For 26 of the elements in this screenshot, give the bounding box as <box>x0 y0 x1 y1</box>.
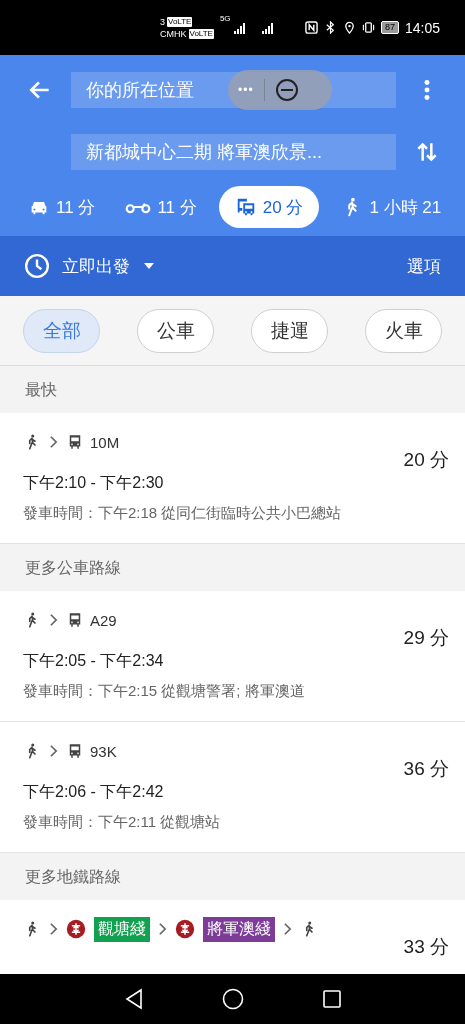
bus-line-label: 10M <box>90 433 120 451</box>
volte-badge: VoLTE <box>167 16 193 27</box>
departure-info: 發車時間：下午2:18 從同仁街臨時公共小巴總站 <box>23 504 343 523</box>
time-range: 下午2:10 - 下午2:30 <box>23 473 165 493</box>
time-range: 下午2:06 - 下午2:42 <box>23 782 165 802</box>
duration-label: 33 分 <box>403 935 449 959</box>
network-label: 5G <box>219 14 231 23</box>
carrier-label: 3 <box>160 15 165 28</box>
volte-badge: VoLTE <box>188 28 214 39</box>
departure-info: 發車時間：下午2:15 從觀塘警署; 將軍澳道 <box>23 682 306 701</box>
duration-label: 20 分 <box>403 448 449 472</box>
carrier-label: CMHK <box>160 27 187 40</box>
clock: 14:05 <box>404 19 440 36</box>
section-header: 最快 <box>0 366 465 413</box>
duration-label: 29 分 <box>403 626 449 650</box>
time-range: 下午2:05 - 下午2:34 <box>23 651 165 671</box>
bus-line-label: 93K <box>90 742 117 760</box>
battery-indicator: 87 <box>380 21 399 34</box>
duration-label: 36 分 <box>403 757 449 781</box>
more-label: ••• <box>238 83 254 97</box>
section-header: 更多地鐵路線 <box>0 853 465 900</box>
departure-info: 發車時間：下午2:11 從觀塘站 <box>23 813 222 832</box>
section-header: 更多公車路線 <box>0 544 465 591</box>
metro-line-tag: 將軍澳綫 <box>203 916 275 942</box>
bus-line-label: A29 <box>90 611 117 629</box>
metro-line-tag: 觀塘綫 <box>94 916 150 942</box>
